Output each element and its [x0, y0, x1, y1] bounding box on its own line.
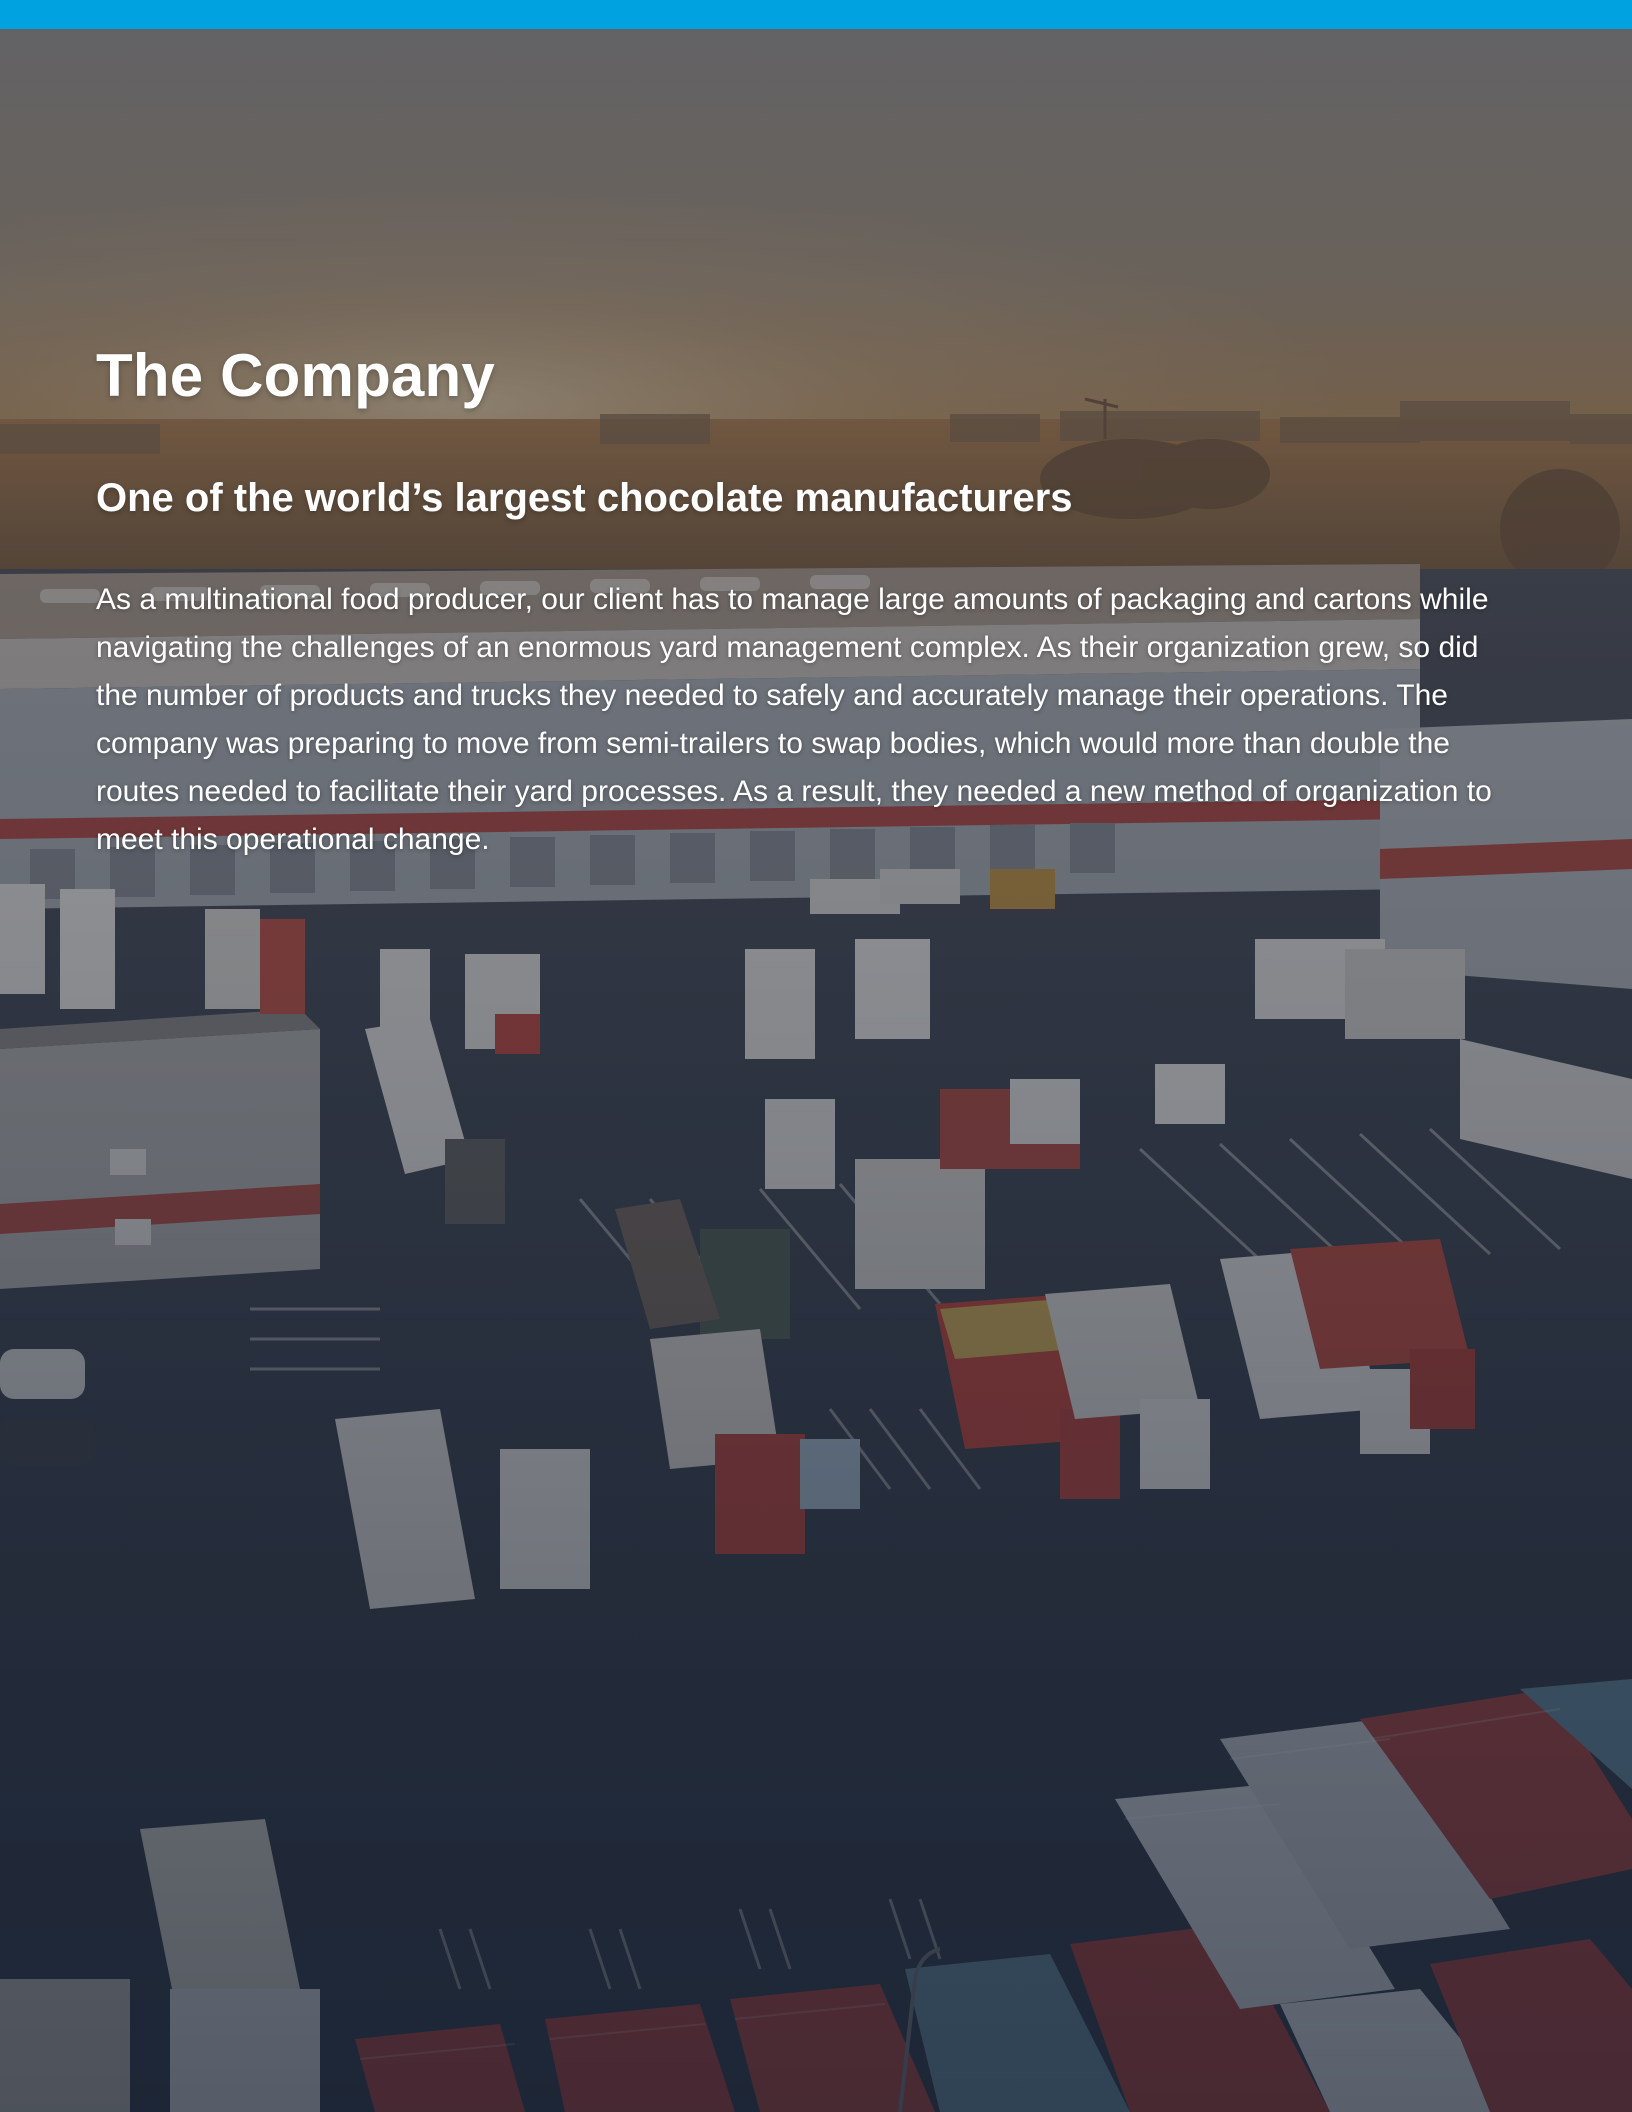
section-body: As a multinational food producer, our cl… — [96, 583, 1492, 856]
page: The Company One of the world’s largest c… — [0, 0, 1632, 2112]
section-title: The Company — [96, 342, 495, 409]
section-subtitle: One of the world’s largest chocolate man… — [96, 476, 1073, 520]
top-accent-bar — [0, 0, 1632, 29]
company-section: The Company One of the world’s largest c… — [96, 340, 1496, 864]
